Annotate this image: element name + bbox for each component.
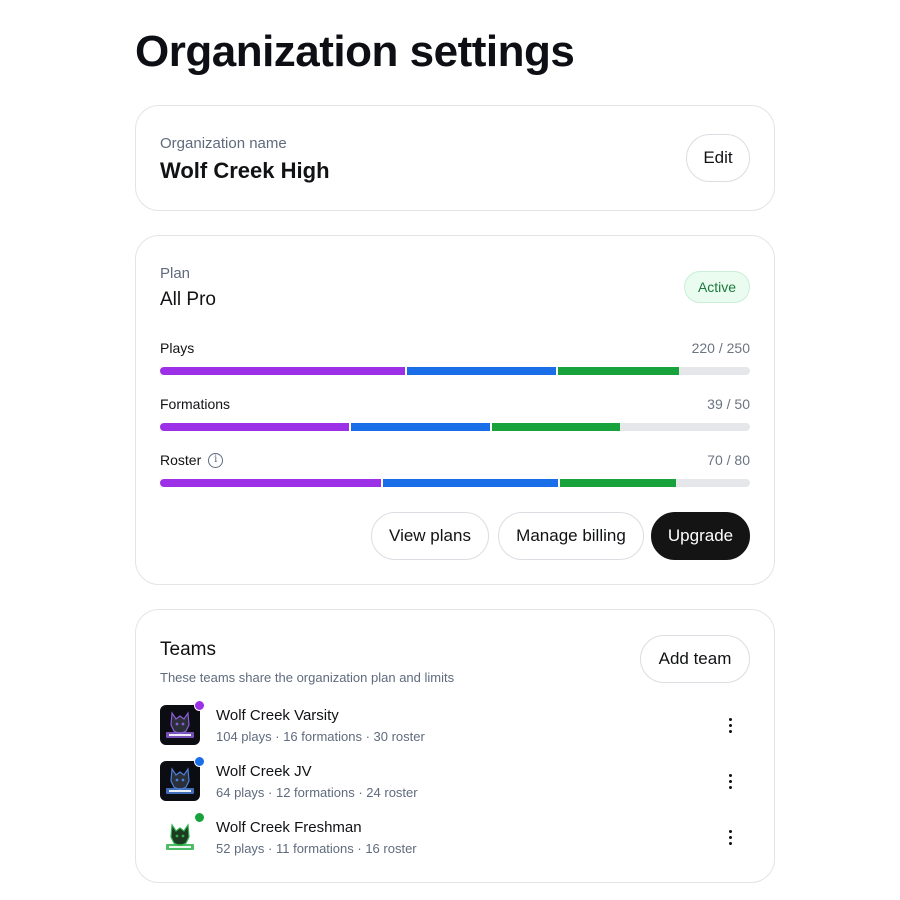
- usage-label: Formations: [160, 396, 230, 412]
- team-color-dot: [194, 700, 205, 711]
- teams-subtitle: These teams share the organization plan …: [160, 670, 455, 685]
- usage-count: 70 / 80: [707, 452, 750, 468]
- usage-plays: Plays 220 / 250: [160, 340, 750, 375]
- team-color-dot: [194, 812, 205, 823]
- upgrade-button[interactable]: Upgrade: [651, 512, 750, 560]
- plan-label: Plan: [160, 265, 191, 282]
- usage-segment: [348, 423, 491, 431]
- view-plans-button[interactable]: View plans: [371, 512, 489, 560]
- usage-segment: [160, 479, 382, 487]
- edit-organization-button[interactable]: Edit: [686, 134, 750, 182]
- usage-formations: Formations 39 / 50: [160, 396, 750, 431]
- organization-name: Wolf Creek High: [160, 158, 330, 183]
- usage-label-text: Roster: [160, 452, 202, 468]
- plan-status-badge: Active: [684, 271, 750, 303]
- wolf-logo-icon: [160, 817, 200, 857]
- team-stats: 52 plays · 11 formations · 16 roster: [216, 841, 417, 856]
- usage-bar: [160, 367, 750, 375]
- team-logo: [160, 761, 200, 801]
- page-title: Organization settings: [135, 27, 575, 76]
- team-stats: 64 plays · 12 formations · 24 roster: [216, 785, 418, 800]
- add-team-button[interactable]: Add team: [640, 635, 750, 683]
- team-row[interactable]: Wolf Creek Varsity 104 plays · 16 format…: [160, 700, 750, 745]
- team-row[interactable]: Wolf Creek Freshman 52 plays · 11 format…: [160, 812, 750, 857]
- teams-card: Teams These teams share the organization…: [135, 609, 775, 883]
- usage-segment: [381, 479, 559, 487]
- plan-card: Plan All Pro Active Plays 220 / 250 Form…: [135, 235, 775, 585]
- usage-label-text: Formations: [160, 396, 231, 412]
- plan-name: All Pro: [160, 289, 216, 310]
- wolf-logo-icon: [160, 761, 200, 801]
- more-options-icon[interactable]: [722, 825, 738, 849]
- team-stats: 104 plays · 16 formations · 30 roster: [216, 729, 425, 744]
- team-color-dot: [194, 756, 205, 767]
- team-name: Wolf Creek Freshman: [216, 819, 362, 836]
- usage-bar: [160, 423, 750, 431]
- organization-card: Organization name Wolf Creek High Edit: [135, 105, 775, 211]
- team-row[interactable]: Wolf Creek JV 64 plays · 12 formations ·…: [160, 756, 750, 801]
- more-options-icon[interactable]: [722, 769, 738, 793]
- usage-count: 220 / 250: [691, 340, 750, 356]
- usage-segment: [160, 367, 406, 375]
- usage-roster: Roster i 70 / 80: [160, 452, 750, 487]
- usage-bar: [160, 479, 750, 487]
- team-logo: [160, 705, 200, 745]
- more-options-icon[interactable]: [722, 713, 738, 737]
- info-icon[interactable]: i: [208, 452, 224, 468]
- usage-label-text: Plays: [160, 340, 195, 356]
- usage-count: 39 / 50: [707, 396, 750, 412]
- team-name: Wolf Creek JV: [216, 763, 312, 780]
- manage-billing-button[interactable]: Manage billing: [498, 512, 644, 560]
- usage-segment: [405, 367, 557, 375]
- usage-segment: [558, 479, 677, 487]
- organization-name-label: Organization name: [160, 135, 287, 152]
- teams-title: Teams: [160, 639, 216, 660]
- team-name: Wolf Creek Varsity: [216, 707, 339, 724]
- wolf-logo-icon: [160, 705, 200, 745]
- usage-label: Plays: [160, 340, 194, 356]
- usage-segment: [160, 423, 349, 431]
- usage-segment: [490, 423, 621, 431]
- usage-segment: [556, 367, 680, 375]
- team-logo: [160, 817, 200, 857]
- usage-label: Roster i: [160, 452, 224, 468]
